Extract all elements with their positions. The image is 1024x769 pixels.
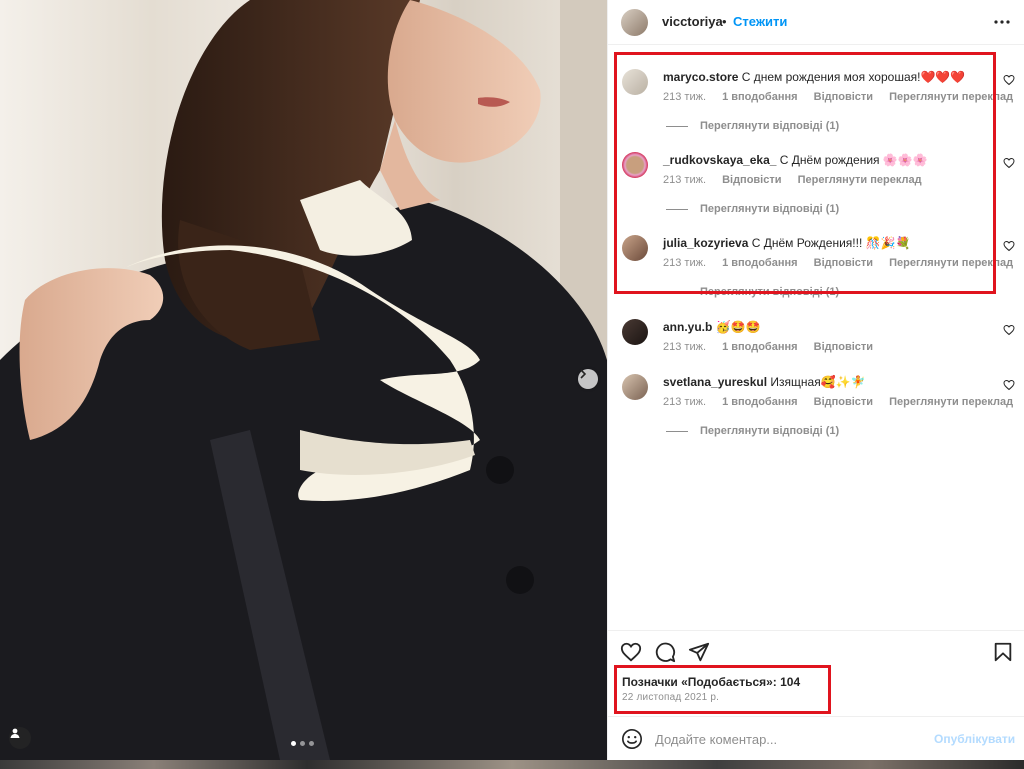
commenter-avatar[interactable] [622,319,648,345]
comment-like-heart-icon[interactable] [1003,157,1015,169]
chevron-right-icon [580,369,587,379]
comment-like-heart-icon[interactable] [1003,379,1015,391]
header-separator: • [722,14,727,29]
commenter-username[interactable]: _rudkovskaya_eka_ [663,153,776,167]
carousel-dot-active [291,741,296,746]
commenter-username[interactable]: svetlana_yureskul [663,375,767,389]
comment-meta: 213 тиж. 1 вподобання Відповісти Перегля… [663,257,1024,269]
comment-input[interactable] [655,729,925,749]
author-avatar[interactable] [621,9,648,36]
reply-button[interactable]: Відповісти [722,174,781,186]
more-horizontal-icon[interactable] [993,14,1011,30]
comment-like-heart-icon[interactable] [1003,324,1015,336]
view-replies-button[interactable]: Переглянути відповіді (1) [666,203,839,215]
view-replies-button[interactable]: Переглянути відповіді (1) [666,425,839,437]
comment-time[interactable]: 213 тиж. [663,91,706,103]
commenter-avatar[interactable] [622,235,648,261]
comment-time[interactable]: 213 тиж. [663,396,706,408]
reply-button[interactable]: Відповісти [814,257,873,269]
comment-time[interactable]: 213 тиж. [663,174,706,186]
comment-likes-count[interactable]: 1 вподобання [722,341,797,353]
comment-likes-count[interactable]: 1 вподобання [722,91,797,103]
comment-like-heart-icon[interactable] [1003,240,1015,252]
comment-text-line: svetlana_yureskul Изящная🥰✨🧚 [663,375,866,389]
comment-time[interactable]: 213 тиж. [663,341,706,353]
post-image-illustration [0,0,607,760]
comment-meta: 213 тиж. 1 вподобання Відповісти Перегля… [663,396,1024,408]
view-replies-label: Переглянути відповіді (1) [700,286,840,298]
post-header: vicctoriya • Стежити [608,0,1024,45]
background-feed-strip [0,760,1024,769]
smiley-icon[interactable] [621,728,643,750]
comment-meta: 213 тиж. Відповісти Переглянути переклад [663,174,935,186]
carousel-next-button[interactable] [578,369,598,389]
view-replies-button[interactable]: Переглянути відповіді (1) [666,120,839,132]
commenter-avatar[interactable] [622,69,648,95]
carousel-dots [291,741,314,746]
comment-likes-count[interactable]: 1 вподобання [722,257,797,269]
view-replies-label: Переглянути відповіді (1) [700,203,840,215]
comment-text-line: _rudkovskaya_eka_ С Днём рождения 🌸🌸🌸 [663,153,928,167]
add-comment-bar: Опублікувати [608,716,1024,761]
comment-meta: 213 тиж. 1 вподобання Відповісти Перегля… [663,91,1024,103]
replies-divider [666,430,688,432]
translate-button[interactable]: Переглянути переклад [798,174,922,186]
post-side-panel: vicctoriya • Стежити maryco.store С днем… [607,0,1024,760]
translate-button[interactable]: Переглянути переклад [889,396,1013,408]
commenter-avatar[interactable] [622,374,648,400]
comment-body: 🥳🤩🤩 [715,320,761,334]
comment-body: С Днём Рождения!!! 🎊🎉💐 [751,236,911,250]
comment-time[interactable]: 213 тиж. [663,257,706,269]
replies-divider [666,208,688,210]
post-modal: vicctoriya • Стежити maryco.store С днем… [0,0,1024,760]
heart-icon[interactable] [620,641,642,663]
translate-button[interactable]: Переглянути переклад [889,91,1013,103]
tagged-users-button[interactable] [9,727,31,749]
commenter-username[interactable]: ann.yu.b [663,320,712,334]
comment-text-line: ann.yu.b 🥳🤩🤩 [663,320,761,334]
comment-body: С Днём рождения 🌸🌸🌸 [779,153,928,167]
comment-body: С днем рождения моя хорошая!❤️❤️❤️ [741,70,966,84]
comment-likes-count[interactable]: 1 вподобання [722,396,797,408]
reply-button[interactable]: Відповісти [814,91,873,103]
paper-plane-icon[interactable] [688,641,710,663]
post-date[interactable]: 22 листопад 2021 р. [622,692,719,703]
replies-divider [666,291,688,293]
user-icon [10,728,20,738]
follow-button[interactable]: Стежити [733,14,787,29]
carousel-dot [300,741,305,746]
post-photo[interactable] [0,0,607,760]
commenter-username[interactable]: maryco.store [663,70,738,84]
commenter-avatar-story[interactable] [622,152,648,178]
author-username[interactable]: vicctoriya [662,14,723,29]
view-replies-label: Переглянути відповіді (1) [700,425,840,437]
reply-button[interactable]: Відповісти [814,396,873,408]
translate-button[interactable]: Переглянути переклад [889,257,1013,269]
post-action-bar [608,630,1024,671]
bookmark-icon[interactable] [992,641,1014,663]
comment-like-heart-icon[interactable] [1003,74,1015,86]
comment-body: Изящная🥰✨🧚 [770,375,866,389]
commenter-username[interactable]: julia_kozyrieva [663,236,748,250]
view-replies-label: Переглянути відповіді (1) [700,120,840,132]
reply-button[interactable]: Відповісти [814,341,873,353]
carousel-dot [309,741,314,746]
view-replies-button[interactable]: Переглянути відповіді (1) [666,286,839,298]
likes-count[interactable]: Позначки «Подобається»: 104 [622,675,800,689]
comment-meta: 213 тиж. 1 вподобання Відповісти [663,341,886,353]
replies-divider [666,125,688,127]
comment-bubble-icon[interactable] [654,641,676,663]
comment-text-line: maryco.store С днем рождения моя хорошая… [663,70,965,84]
publish-button[interactable]: Опублікувати [934,732,1015,746]
comment-text-line: julia_kozyrieva С Днём Рождения!!! 🎊🎉💐 [663,236,910,250]
